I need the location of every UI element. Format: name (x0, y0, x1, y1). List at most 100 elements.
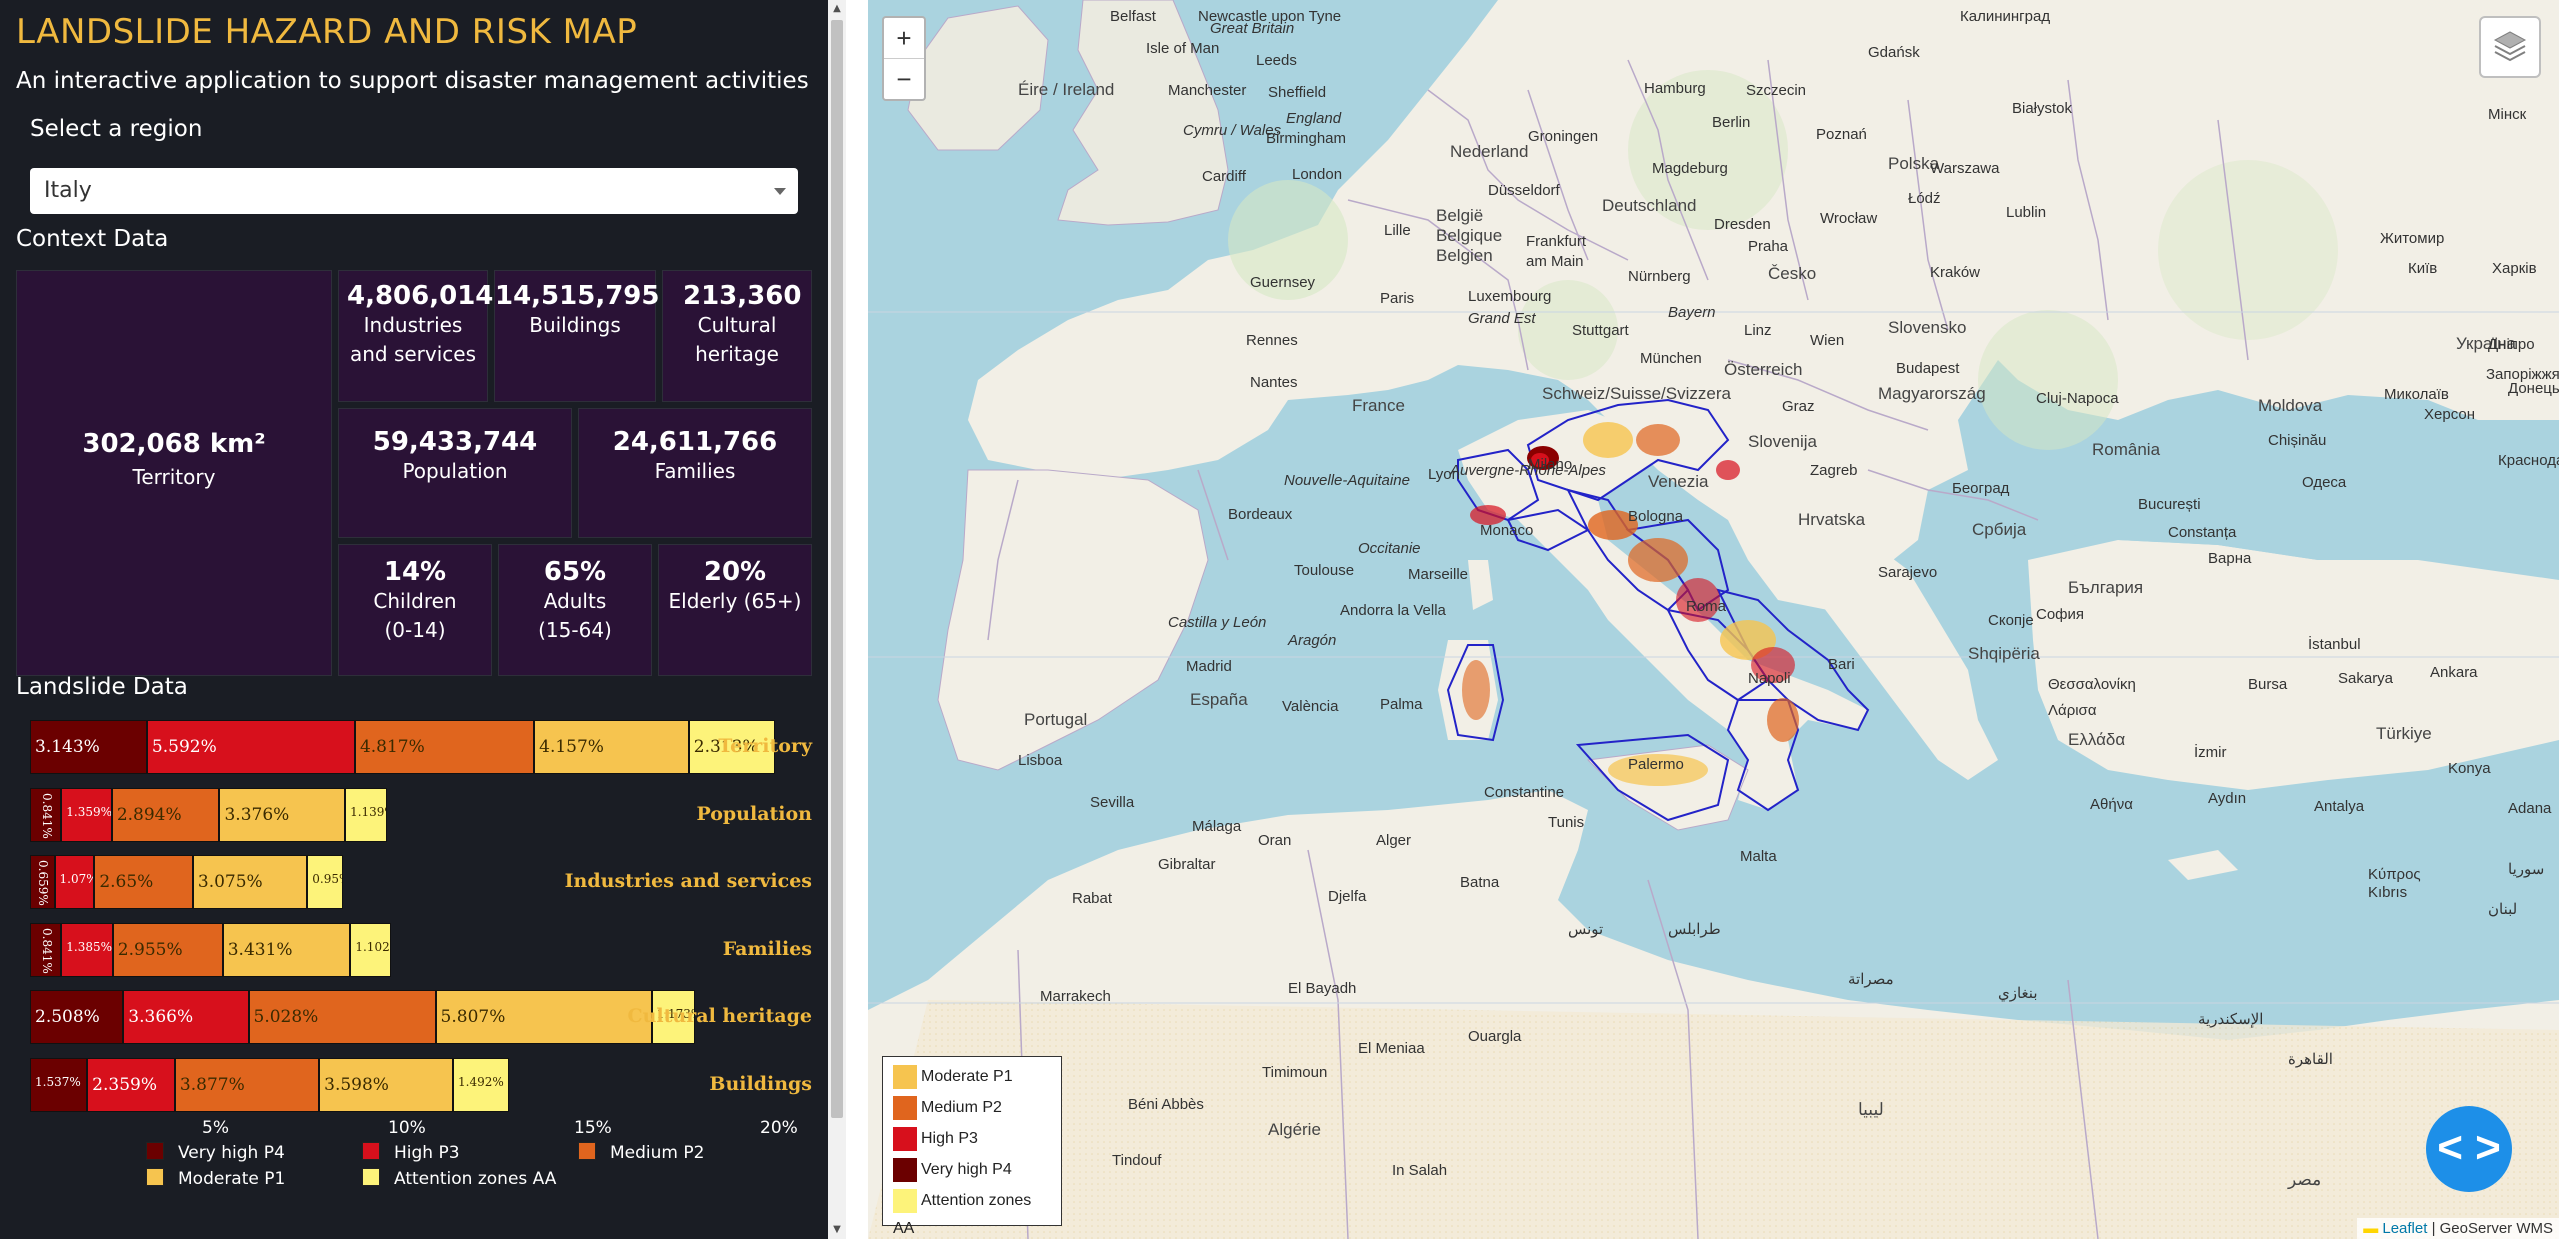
zoom-control: + − (882, 16, 926, 101)
bar-segment[interactable]: 3.143% (30, 720, 147, 774)
bar-value-label: 3.075% (197, 872, 263, 892)
label-sevilla: Sevilla (1090, 794, 1135, 811)
bar-category-label: Buildings (709, 1072, 812, 1095)
label-deutschland: Deutschland (1602, 196, 1697, 215)
bar-value-label: 1.537% (35, 1074, 81, 1089)
bar-segment[interactable]: 1.07% (54, 855, 95, 909)
territory-card: 302,068 km² Territory (16, 270, 332, 676)
label-gdansk: Gdańsk (1868, 44, 1920, 61)
bar-value-label: 3.376% (224, 804, 290, 825)
bar-segment[interactable]: 1.102% (350, 922, 392, 977)
scrollbar-thumb[interactable] (831, 20, 843, 1118)
label-occitanie: Occitanie (1358, 540, 1421, 557)
label-graz: Graz (1782, 398, 1815, 415)
label-valencia: València (1282, 698, 1339, 715)
layers-button[interactable] (2479, 16, 2541, 78)
bar-segment[interactable]: 2.65% (94, 855, 193, 909)
label-kypros: Κύπρος Kıbrıs (2368, 866, 2421, 901)
label-krasnodar: Краснодар (2498, 452, 2559, 469)
map-legend-item: Moderate P1 (893, 1063, 1051, 1094)
bar-segment[interactable]: 1.139% (345, 787, 388, 842)
label-syria: سوريا (2508, 861, 2545, 878)
bar-value-label: 3.431% (227, 939, 293, 960)
bar-segment[interactable]: 3.366% (123, 990, 249, 1044)
layers-icon (2493, 31, 2527, 62)
zoom-out-button[interactable]: − (884, 58, 924, 99)
label-tripoli: طرابلس (1668, 921, 1721, 938)
panel-scrollbar[interactable]: ▲ ▼ (828, 0, 846, 1239)
label-misrata: مصراتة (1848, 971, 1894, 988)
bar-segment[interactable]: 1.385% (61, 922, 113, 977)
label-bucuresti: București (2138, 496, 2201, 513)
label-bordeaux: Bordeaux (1228, 506, 1293, 523)
bar-segment[interactable]: 3.376% (219, 787, 346, 842)
chevron-down-icon[interactable] (774, 188, 786, 195)
bar-segment[interactable]: 1.537% (30, 1057, 88, 1112)
map-attribution: ▬ Leaflet | GeoServer WMS (2357, 1218, 2559, 1239)
heritage-label: Cultural heritage (695, 313, 779, 366)
label-izmir: İzmir (2194, 744, 2227, 761)
label-isle-of-man: Isle of Man (1146, 40, 1220, 57)
bar-segment[interactable]: 0.95% (307, 855, 343, 909)
label-cesko: Česko (1768, 264, 1817, 283)
label-poznan: Poznań (1816, 126, 1867, 143)
label-groningen: Groningen (1528, 128, 1599, 145)
bar-value-label: 4.157% (539, 737, 604, 757)
label-rabat: Rabat (1072, 890, 1113, 907)
landslide-data-heading: Landslide Data (16, 674, 188, 700)
label-adana: Adana (2508, 800, 2552, 817)
bar-segment[interactable]: 3.431% (222, 922, 351, 977)
label-batna: Batna (1460, 874, 1500, 891)
bar-segment[interactable]: 5.028% (248, 990, 436, 1044)
legend-swatch (146, 1168, 164, 1186)
label-france: France (1352, 396, 1405, 415)
label-wroclaw: Wrocław (1820, 210, 1878, 227)
label-constanta: Constanța (2168, 524, 2237, 541)
landslide-chart: 3.143% 5.592% 4.817% 4.157% 2.313% Territory 0… (0, 700, 828, 1189)
label-varna: Варна (2208, 550, 2252, 567)
code-toggle-button[interactable]: < > (2426, 1106, 2512, 1192)
bar-segment[interactable]: 3.877% (174, 1057, 320, 1112)
bar-segment[interactable]: 2.894% (111, 787, 220, 842)
bar-segment[interactable]: 0.841% (30, 787, 62, 842)
industries-card: 4,806,014 Industries and services (338, 270, 493, 402)
label-turkiye: Türkiye (2376, 724, 2432, 743)
bar-category-label: Territory (718, 735, 812, 757)
bar-segment[interactable]: 2.955% (112, 922, 223, 977)
ukraine-flag-icon: ▬ (2363, 1220, 2379, 1237)
bar-segment[interactable]: 4.157% (534, 720, 689, 774)
bar-segment[interactable]: 3.598% (319, 1057, 453, 1112)
bar-segment[interactable]: 1.359% (61, 787, 112, 842)
map-view[interactable]: Belfast Great Britain Newcastle upon Tyn… (868, 0, 2559, 1239)
label-malta: Malta (1740, 848, 1777, 865)
bar-segment[interactable]: 2.508% (30, 990, 124, 1044)
bar-segment[interactable]: 5.592% (146, 720, 355, 774)
label-bologna: Bologna (1628, 508, 1684, 525)
zoom-in-button[interactable]: + (884, 18, 924, 58)
bar-segment[interactable]: 3.075% (192, 855, 308, 909)
bar-segment[interactable]: 5.807% (435, 990, 652, 1044)
label-sarajevo: Sarajevo (1878, 564, 1938, 581)
label-manchester: Manchester (1168, 82, 1247, 99)
region-select[interactable]: Italy (30, 168, 798, 214)
bar-value-label: 3.877% (179, 1074, 245, 1095)
legend-swatch (362, 1168, 380, 1186)
bar-segment[interactable]: 4.817% (354, 720, 535, 774)
bar-segment[interactable]: 1.492% (453, 1057, 509, 1112)
label-athina: Αθήνα (2090, 796, 2133, 813)
scroll-down-icon[interactable]: ▼ (828, 1221, 846, 1239)
label-lublin: Lublin (2006, 204, 2047, 221)
bar-segment[interactable]: 0.841% (30, 922, 62, 977)
bar-value-label: 1.492% (458, 1074, 504, 1089)
bar-segment[interactable]: 0.659% (30, 855, 55, 909)
label-libya: ليبيا (1858, 1100, 1884, 1119)
label-el-bayadh: El Bayadh (1288, 980, 1357, 997)
bar-value-label: 3.366% (128, 1007, 194, 1027)
bar-category-label: Families (722, 937, 812, 960)
label-istanbul: İstanbul (2308, 636, 2361, 653)
bar-value-label: 1.139% (350, 804, 386, 819)
label-wien: Wien (1810, 332, 1845, 349)
bar-segment[interactable]: 2.359% (87, 1057, 175, 1112)
leaflet-link[interactable]: Leaflet (2382, 1220, 2427, 1237)
scroll-up-icon[interactable]: ▲ (828, 0, 846, 18)
